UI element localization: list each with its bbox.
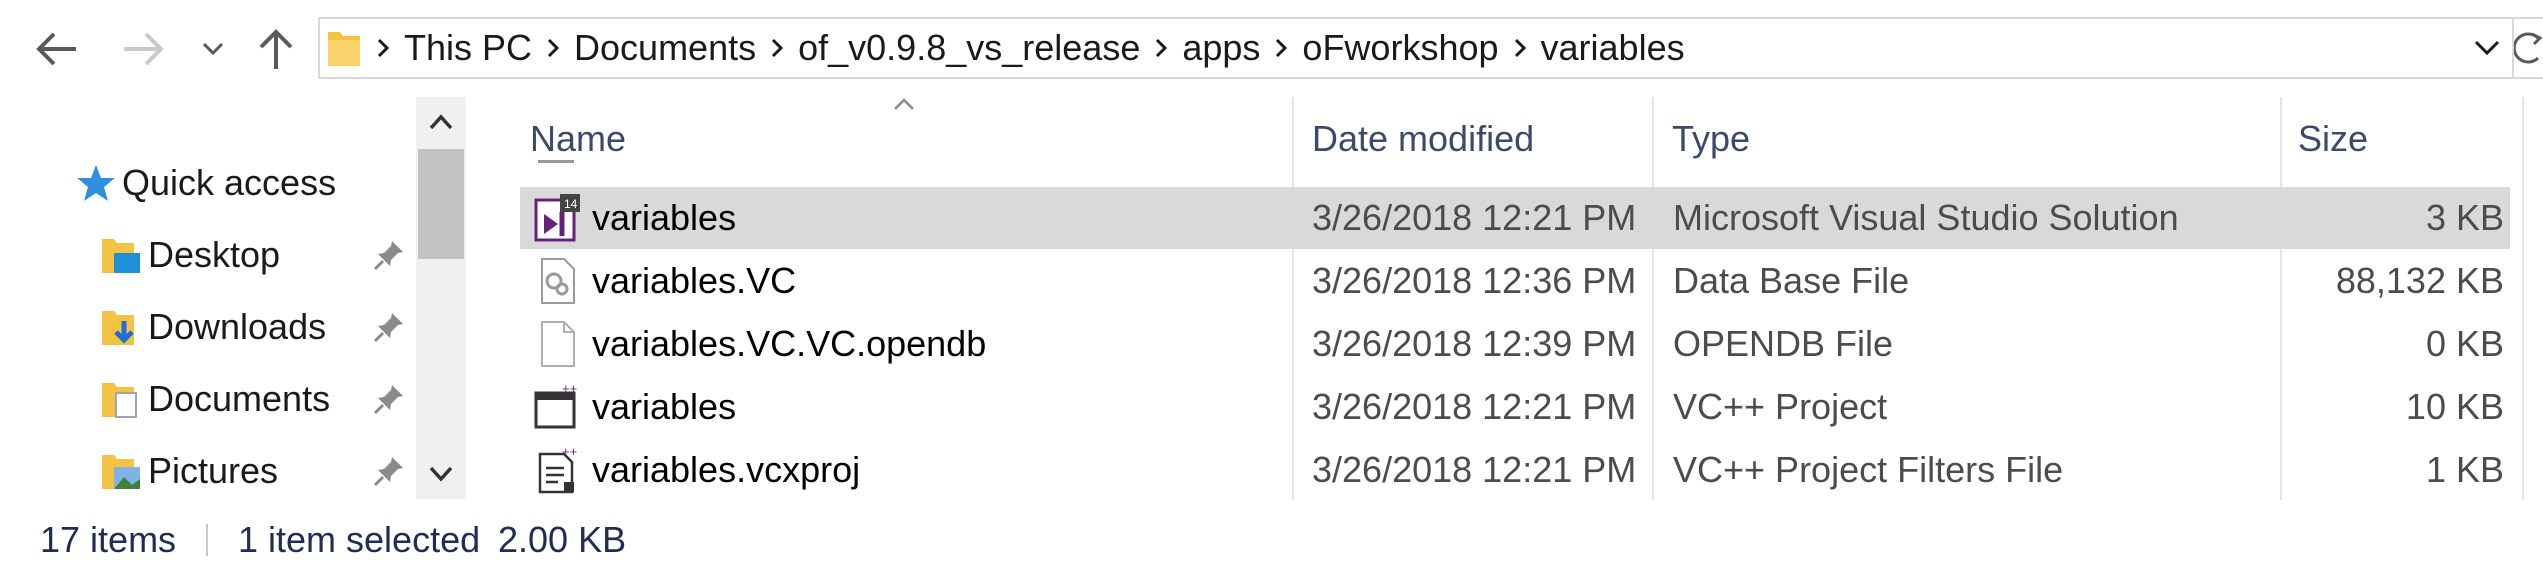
chevron-up-icon (429, 114, 453, 130)
vs-solution-icon: 14 (534, 194, 580, 242)
refresh-button[interactable] (2514, 17, 2543, 79)
breadcrumb-of-release[interactable]: of_v0.9.8_vs_release (794, 27, 1144, 69)
svg-text:14: 14 (564, 197, 578, 211)
back-button[interactable] (28, 18, 84, 80)
file-name: variables (592, 386, 737, 427)
file-date: 3/26/2018 12:39 PM (1312, 323, 1637, 364)
vc-filters-icon: ++ (538, 446, 577, 494)
recent-locations-button[interactable] (188, 18, 238, 80)
chevron-down-icon (429, 466, 453, 482)
file-size: 0 KB (2425, 323, 2504, 364)
nav-pane-scrollbar[interactable] (416, 97, 466, 499)
chevron-right-icon[interactable] (1503, 17, 1537, 79)
file-name: variables (592, 197, 737, 238)
folder-icon (326, 28, 366, 68)
file-date: 3/26/2018 12:21 PM (1312, 449, 1637, 490)
status-selection-size: 2.00 KB (498, 519, 627, 560)
chevron-right-icon[interactable] (536, 17, 570, 79)
file-type: OPENDB File (1673, 323, 1894, 364)
file-date: 3/26/2018 12:36 PM (1312, 260, 1637, 301)
file-type: Data Base File (1673, 260, 1910, 301)
address-dropdown-button[interactable] (2462, 40, 2512, 56)
pin-icon[interactable] (372, 454, 406, 488)
pin-icon[interactable] (372, 238, 406, 272)
desktop-folder-icon (102, 239, 140, 273)
status-selection: 1 item selected (238, 519, 481, 560)
file-row[interactable]: ++ variables.vcxproj 3/26/2018 12:21 PM … (520, 439, 2510, 501)
file-row[interactable]: 14 variables 3/26/2018 12:21 PM Microsof… (520, 187, 2510, 249)
nav-item-documents[interactable]: Documents (100, 374, 330, 424)
file-size: 88,132 KB (2335, 260, 2504, 301)
downloads-folder-icon (102, 311, 134, 345)
vc-project-icon: ++ (534, 383, 577, 429)
column-header-size[interactable]: Size (2298, 118, 2368, 160)
file-size: 1 KB (2425, 449, 2504, 490)
refresh-icon (2514, 32, 2543, 64)
column-divider[interactable] (2522, 97, 2524, 500)
up-button[interactable] (248, 18, 304, 80)
file-row[interactable]: variables.VC.VC.opendb 3/26/2018 12:39 P… (520, 313, 2510, 375)
file-name: variables.vcxproj (592, 449, 861, 490)
pin-icon[interactable] (372, 310, 406, 344)
nav-item-desktop-label: Desktop (148, 234, 281, 275)
chevron-right-icon[interactable] (1264, 17, 1298, 79)
up-arrow-icon (259, 29, 293, 69)
chevron-right-icon[interactable] (366, 17, 400, 79)
sort-ascending-icon (894, 98, 914, 110)
forward-button[interactable] (116, 18, 172, 80)
breadcrumb-apps[interactable]: apps (1178, 27, 1264, 69)
database-file-icon (541, 258, 575, 304)
file-type: Microsoft Visual Studio Solution (1673, 197, 2179, 238)
breadcrumb-ofworkshop[interactable]: oFworkshop (1298, 27, 1502, 69)
partial-row-remnant (538, 160, 574, 171)
chevron-down-icon (202, 42, 224, 56)
file-row[interactable]: ++ variables 3/26/2018 12:21 PM VC++ Pro… (520, 376, 2510, 438)
back-arrow-icon (36, 32, 76, 66)
file-name: variables.VC (592, 260, 797, 301)
address-bar[interactable]: This PC Documents of_v0.9.8_vs_release a… (318, 17, 2514, 79)
scroll-up-button[interactable] (416, 97, 466, 147)
breadcrumb-this-pc[interactable]: This PC (400, 27, 536, 69)
nav-item-pictures-label: Pictures (148, 450, 279, 491)
forward-arrow-icon (124, 32, 164, 66)
nav-item-downloads[interactable]: Downloads (100, 302, 326, 352)
svg-text:++: ++ (562, 383, 577, 396)
status-divider (206, 524, 208, 556)
nav-item-desktop[interactable]: Desktop (100, 230, 280, 280)
pin-icon[interactable] (372, 382, 406, 416)
file-type: VC++ Project (1673, 386, 1888, 427)
chevron-right-icon[interactable] (1144, 17, 1178, 79)
star-icon (77, 165, 115, 201)
file-date: 3/26/2018 12:21 PM (1312, 197, 1637, 238)
svg-text:++: ++ (562, 446, 577, 459)
nav-item-pictures[interactable]: Pictures (100, 446, 278, 496)
file-date: 3/26/2018 12:21 PM (1312, 386, 1637, 427)
column-header-date[interactable]: Date modified (1312, 118, 1534, 160)
breadcrumb-variables[interactable]: variables (1537, 27, 1689, 69)
chevron-right-icon[interactable] (760, 17, 794, 79)
nav-quick-access-label: Quick access (122, 162, 337, 203)
breadcrumb-documents[interactable]: Documents (570, 27, 760, 69)
file-row[interactable]: variables.VC 3/26/2018 12:36 PM Data Bas… (520, 250, 2510, 312)
column-header-name[interactable]: Name (530, 118, 626, 160)
file-name: variables.VC.VC.opendb (592, 323, 987, 364)
nav-item-documents-label: Documents (148, 378, 331, 419)
status-item-count: 17 items (40, 519, 177, 560)
file-size: 3 KB (2425, 197, 2504, 238)
scrollbar-thumb[interactable] (418, 149, 464, 259)
column-header-type[interactable]: Type (1672, 118, 1750, 160)
chevron-down-icon (2474, 40, 2500, 56)
file-type: VC++ Project Filters File (1673, 449, 2064, 490)
blank-file-icon (541, 321, 575, 367)
nav-quick-access[interactable]: Quick access (76, 158, 336, 208)
scroll-down-button[interactable] (416, 449, 466, 499)
documents-folder-icon (102, 383, 137, 418)
pictures-folder-icon (102, 455, 140, 489)
file-size: 10 KB (2405, 386, 2504, 427)
nav-item-downloads-label: Downloads (148, 306, 327, 347)
